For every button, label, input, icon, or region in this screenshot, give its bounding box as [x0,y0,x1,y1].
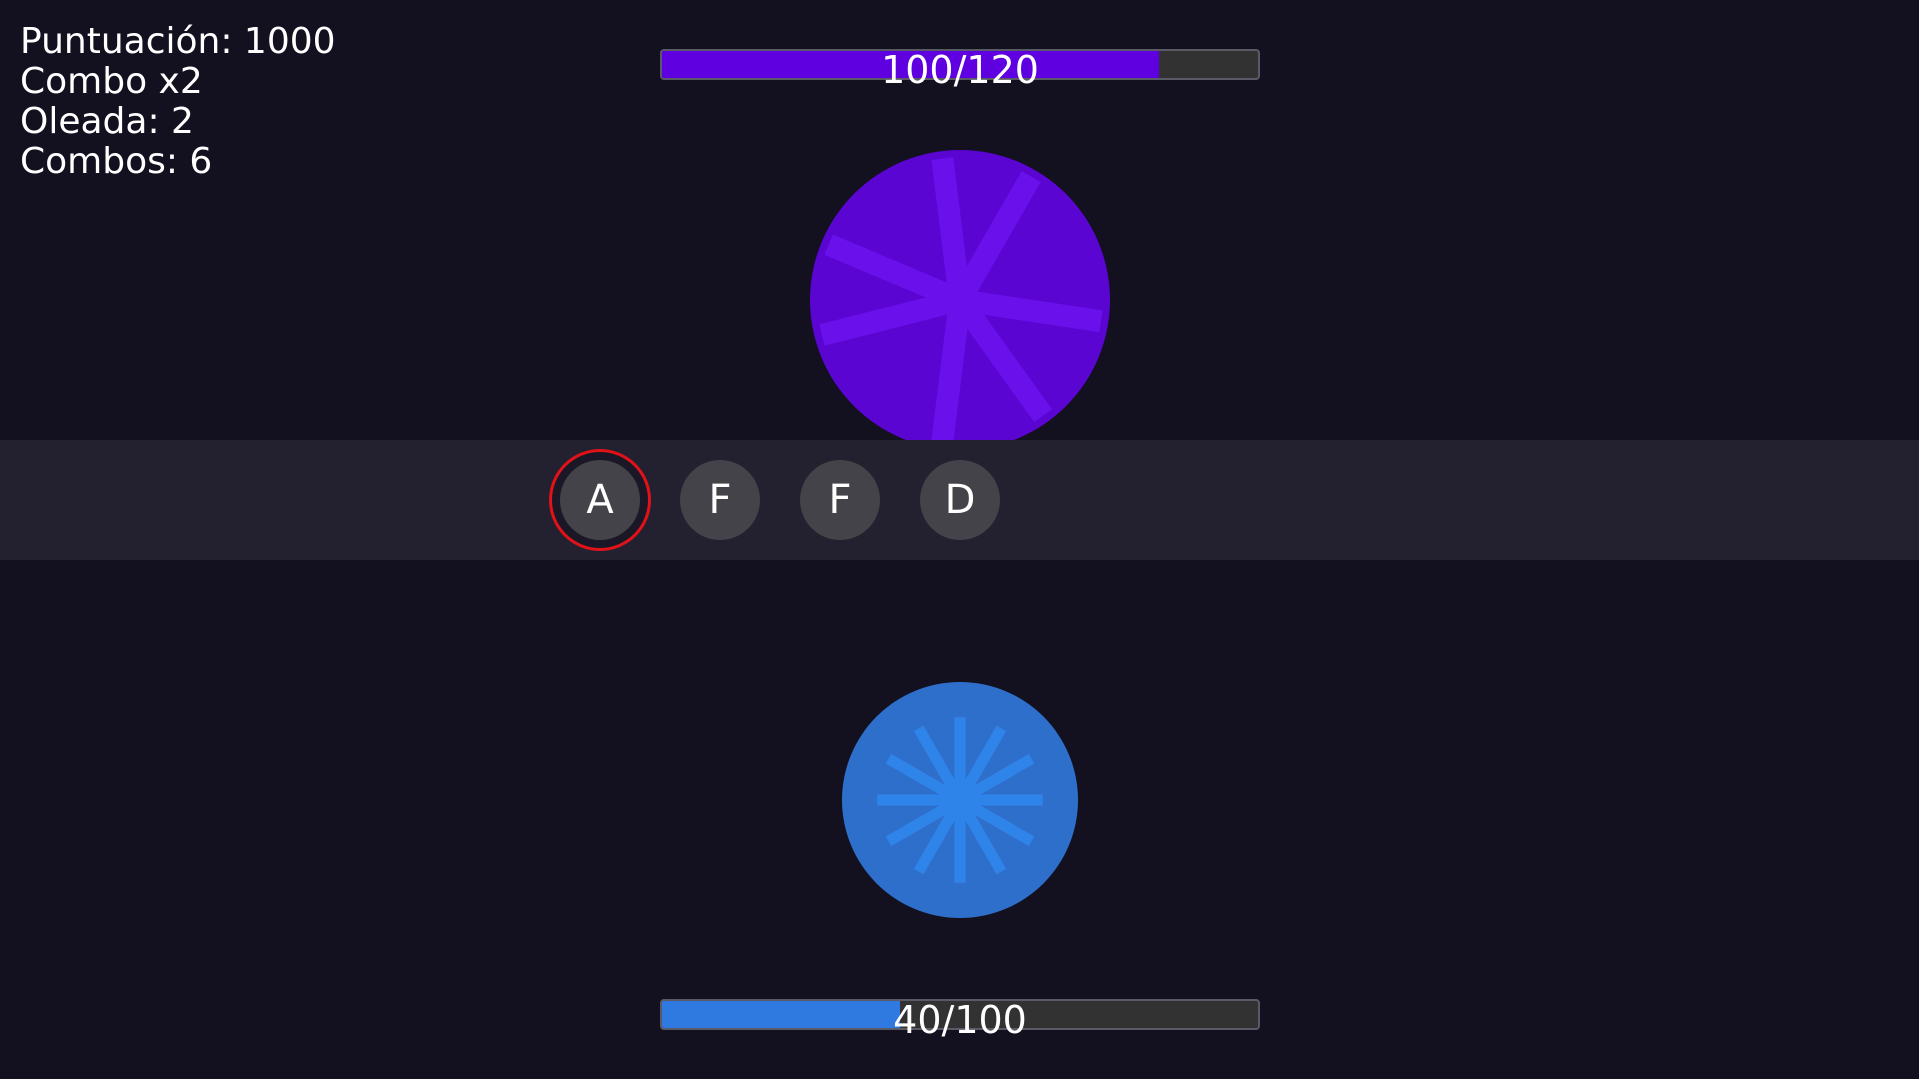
player-health-text: 40/100 [893,998,1027,1042]
enemy-orb-graphic [810,150,1110,450]
sequence-key-f[interactable]: F [680,460,760,540]
enemy-orb [810,150,1110,450]
sequence-key-f-second[interactable]: F [800,460,880,540]
hud-stats: Puntuación: 1000 Combo x2 Oleada: 2 Comb… [20,22,336,182]
enemy-health-bar: 100/120 [660,49,1260,91]
player-health-bar: 40/100 [660,999,1260,1041]
game-stage: Puntuación: 1000 Combo x2 Oleada: 2 Comb… [0,0,1919,1079]
wave-label: Oleada: 2 [20,101,194,142]
sequence-key-d[interactable]: D [920,460,1000,540]
score-label: Puntuación: 1000 [20,21,336,62]
combo-multiplier-label: Combo x2 [20,61,203,102]
key-sequence-lane: A F F D [0,440,1919,560]
combos-count-label: Combos: 6 [20,141,213,182]
sequence-key-a[interactable]: A [560,460,640,540]
enemy-health-text: 100/120 [881,48,1039,92]
player-orb [842,682,1078,918]
player-orb-graphic [842,682,1078,918]
